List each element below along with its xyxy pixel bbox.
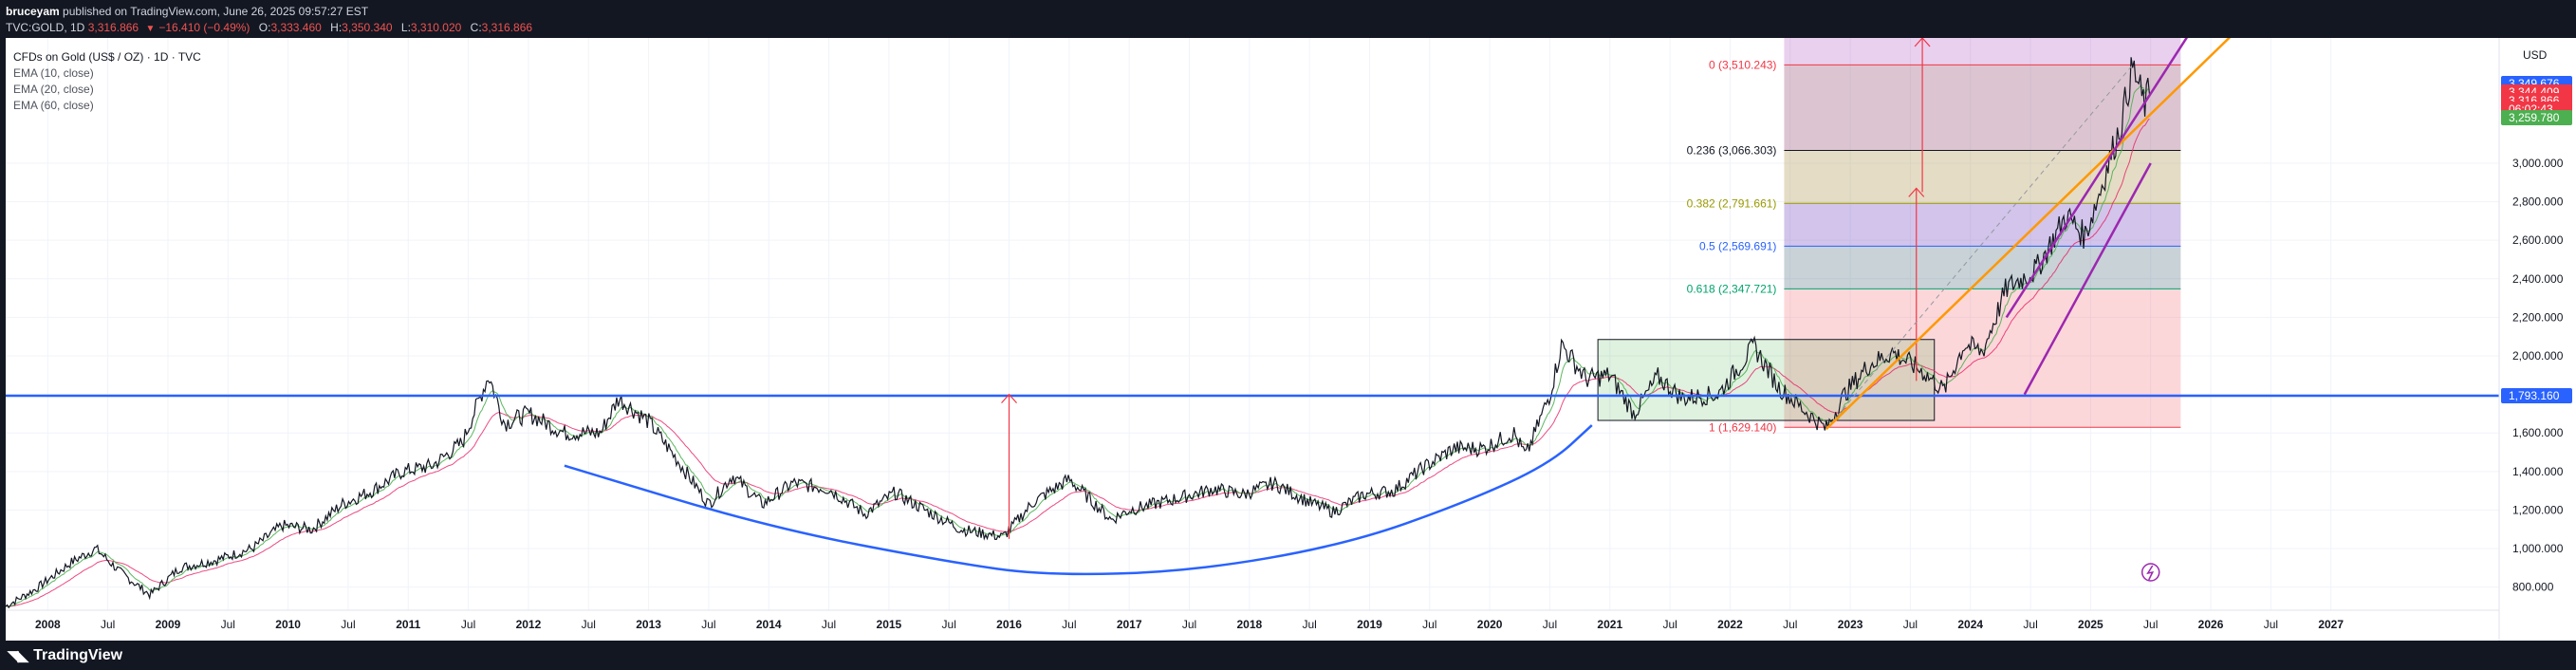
y-tick-label: 1,200.000 [2512, 503, 2564, 516]
x-tick-label: Jul [2023, 618, 2037, 631]
y-tick-label: 2,800.000 [2512, 195, 2564, 209]
x-tick-label: 2019 [1357, 618, 1382, 631]
x-tick-label: Jul [1302, 618, 1316, 631]
x-tick-label: Jul [2143, 618, 2158, 631]
y-tick-label: 3,000.000 [2512, 157, 2564, 170]
x-tick-label: Jul [942, 618, 956, 631]
fib-level-label: 0.236 (3,066.303) [1687, 144, 1777, 158]
x-tick-label: Jul [1062, 618, 1076, 631]
chart-area[interactable]: 0 (3,510.243) 0.236 (3,066.303) 0.382 (2,7… [5, 8, 2576, 641]
high-value: 3,350.340 [342, 21, 393, 34]
legend-title: CFDs on Gold (US$ / OZ) · 1D · TVC [13, 50, 201, 64]
author-name[interactable]: bruceyam [6, 5, 60, 18]
close-label: C: [470, 21, 482, 34]
x-tick-label: 2022 [1717, 618, 1743, 631]
x-tick-label: Jul [1182, 618, 1196, 631]
published-text: published on TradingView.com, June 26, 2… [63, 5, 369, 18]
fib-level-label: 0 (3,510.243) [1709, 58, 1776, 71]
consolidation-box-group [1597, 339, 1936, 421]
price-label-text: 3,259.780 [2509, 111, 2560, 124]
x-tick-label: 2025 [2078, 618, 2103, 631]
currency-label: USD [2523, 48, 2548, 62]
fib-level-label: 0.382 (2,791.661) [1687, 196, 1777, 210]
x-tick-label: 2023 [1838, 618, 1863, 631]
x-tick-label: Jul [461, 618, 475, 631]
chart-legend: CFDs on Gold (US$ / OZ) · 1D · TVC EMA (… [13, 49, 201, 114]
y-tick-label: 2,200.000 [2512, 310, 2564, 324]
cup-arc [564, 424, 1593, 576]
footer-bar: ◥◣ TradingView [0, 641, 2576, 670]
open-label: O: [258, 21, 271, 34]
y-tick-label: 2,400.000 [2512, 272, 2564, 286]
x-tick-label: Jul [1903, 618, 1918, 631]
y-tick-label: 2,000.000 [2512, 349, 2564, 363]
x-tick-label: 2024 [1957, 618, 1983, 631]
last-price: 3,316.866 [87, 21, 139, 34]
x-tick-label: Jul [582, 618, 596, 631]
x-tick-label: Jul [1783, 618, 1797, 631]
x-tick-label: 2021 [1597, 618, 1622, 631]
x-tick-label: 2017 [1117, 618, 1142, 631]
low-label: L: [400, 21, 411, 34]
publish-info: bruceyam published on TradingView.com, J… [6, 5, 368, 18]
tradingview-logo-icon: ◥◣ [8, 648, 28, 664]
open-value: 3,333.460 [270, 21, 322, 34]
fib-zone [1784, 203, 2181, 247]
x-tick-label: 2009 [156, 618, 181, 631]
fib-zone [1784, 150, 2181, 204]
high-label: H: [330, 21, 343, 34]
x-tick-label: Jul [341, 618, 355, 631]
x-tick-label: Jul [101, 618, 115, 631]
price-label-text: 1,793.160 [2509, 389, 2560, 402]
low-value: 3,310.020 [410, 21, 462, 34]
brand-name: TradingView [33, 647, 123, 663]
x-tick-label: 2026 [2198, 618, 2224, 631]
legend-ema10[interactable]: EMA (10, close) [13, 65, 201, 82]
x-tick-label: Jul [822, 618, 836, 631]
axes: USD 3,000.000 2,800.000 2,600.000 2,400.000 2… [6, 38, 2576, 641]
x-tick-label: 2020 [1477, 618, 1503, 631]
y-tick-label: 800.000 [2512, 581, 2554, 594]
x-tick-label: Jul [1662, 618, 1677, 631]
x-tick-label: 2008 [35, 618, 61, 631]
fib-level-label: 0.5 (2,569.691) [1699, 239, 1776, 252]
x-tick-label: 2016 [996, 618, 1022, 631]
symbol-label: TVC:GOLD, 1D [6, 21, 85, 34]
x-tick-label: 2018 [1236, 618, 1262, 631]
x-tick-label: 2027 [2318, 618, 2344, 631]
price-chart[interactable]: 0 (3,510.243) 0.236 (3,066.303) 0.382 (2,7… [5, 8, 2576, 641]
ohlc-line: TVC:GOLD, 1D 3,316.866 ▼ −16.410 (−0.49%)… [6, 21, 532, 34]
header-bar: bruceyam published on TradingView.com, J… [0, 0, 2576, 38]
fib-zone-top [1784, 38, 2181, 65]
x-tick-label: 2011 [396, 618, 420, 631]
x-tick-label: 2014 [756, 618, 782, 631]
fib-level-label: 0.618 (2,347.721) [1687, 282, 1777, 295]
y-tick-label: 1,400.000 [2512, 465, 2564, 478]
y-tick-label: 1,600.000 [2512, 426, 2564, 439]
consolidation-box [1597, 339, 1936, 421]
legend-ema60[interactable]: EMA (60, close) [13, 98, 201, 114]
fib-zone [1784, 246, 2181, 289]
x-tick-label: Jul [221, 618, 235, 631]
tradingview-brand[interactable]: ◥◣ TradingView [8, 647, 122, 664]
down-triangle-icon: ▼ [145, 24, 156, 34]
x-tick-label: 2015 [877, 618, 902, 631]
close-value: 3,316.866 [481, 21, 533, 34]
legend-ema20[interactable]: EMA (20, close) [13, 82, 201, 98]
x-tick-label: 2012 [516, 618, 542, 631]
y-tick-label: 1,000.000 [2512, 542, 2564, 555]
x-tick-label: 2010 [275, 618, 301, 631]
x-tick-label: Jul [1422, 618, 1436, 631]
x-tick-label: 2013 [636, 618, 661, 631]
x-tick-label: Jul [2264, 618, 2278, 631]
x-tick-label: Jul [701, 618, 715, 631]
y-tick-label: 2,600.000 [2512, 233, 2564, 247]
fib-level-label: 1 (1,629.140) [1709, 420, 1776, 434]
x-tick-label: Jul [1543, 618, 1557, 631]
change-value: −16.410 (−0.49%) [158, 21, 250, 34]
